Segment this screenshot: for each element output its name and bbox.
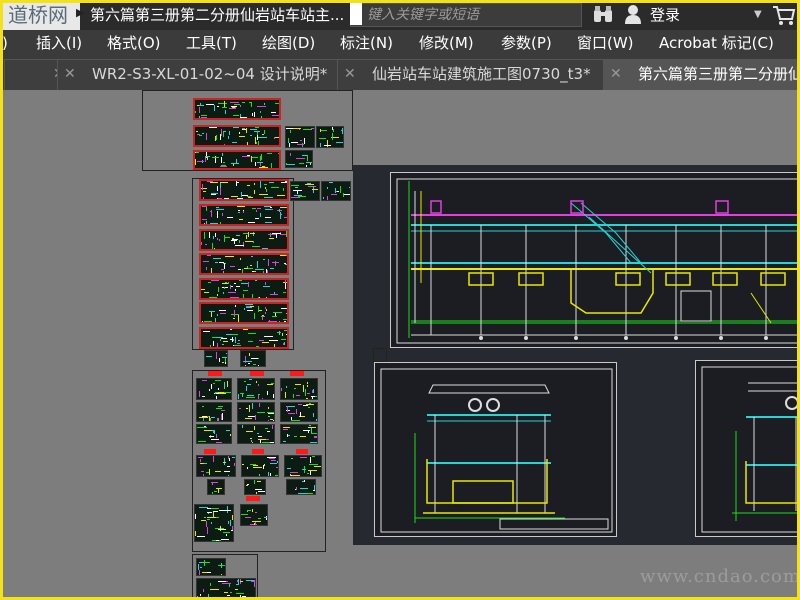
section-drawing-sheet-2[interactable]	[695, 360, 800, 537]
drawing-thumbnail[interactable]	[196, 558, 226, 576]
layout-viewport[interactable]	[353, 165, 800, 545]
binoculars-icon[interactable]	[592, 4, 614, 24]
drawing-thumbnail[interactable]	[199, 253, 289, 275]
drawing-thumbnail[interactable]	[316, 126, 344, 148]
station-elevation-drawing	[396, 178, 800, 344]
drawing-thumbnail[interactable]	[285, 126, 315, 148]
watermark: www.cndao.com	[640, 566, 800, 587]
drawing-thumbnail[interactable]	[280, 378, 318, 400]
drawing-thumbnail[interactable]	[199, 179, 289, 201]
sheet-marker	[250, 371, 264, 376]
menu-item-tools[interactable]: 工具(T)	[186, 30, 237, 56]
drawing-thumbnail[interactable]	[204, 350, 228, 367]
drawing-thumbnail[interactable]	[286, 479, 316, 495]
title-bar: 道桥网 ▶ 第六篇第三册第二分册仙岩站车站主... 登录 ▼	[0, 0, 800, 30]
menu-item-window[interactable]: 窗口(W)	[577, 30, 634, 56]
drawing-thumbnail[interactable]	[237, 378, 275, 400]
drawing-canvas[interactable]	[0, 90, 800, 600]
tab-building-drawings[interactable]: ✕ 仙岩站车站建筑施工图0730_t3*	[337, 59, 621, 90]
drawing-thumbnail[interactable]	[285, 150, 313, 168]
menu-item-parameters[interactable]: 参数(P)	[501, 30, 552, 56]
drawing-thumbnail[interactable]	[237, 424, 275, 444]
section-drawing-sheet[interactable]	[374, 362, 617, 537]
drawing-thumbnail[interactable]	[199, 229, 289, 251]
document-title: 第六篇第三册第二分册仙岩站车站主...	[90, 6, 345, 24]
tab-label: 第六篇第三册第二分册仙岩	[638, 65, 799, 83]
drawing-thumbnail[interactable]	[280, 402, 318, 422]
elevation-drawing-sheet[interactable]	[390, 172, 800, 348]
close-tab-icon[interactable]: ✕	[64, 60, 76, 89]
menu-item-format[interactable]: 格式(O)	[107, 30, 161, 56]
drawing-thumbnail[interactable]	[193, 125, 281, 147]
drawing-thumbnail[interactable]	[199, 302, 289, 324]
drawing-thumbnail[interactable]	[290, 181, 320, 201]
tab-active-document[interactable]: ✕ 第六篇第三册第二分册仙岩	[603, 59, 800, 90]
menu-item-partial[interactable]: )	[2, 30, 8, 56]
tab-design-notes[interactable]: ✕ WR2-S3-XL-01-02~04 设计说明*	[57, 59, 353, 90]
drawing-thumbnail[interactable]	[240, 504, 268, 526]
drawing-thumbnail[interactable]	[196, 578, 256, 598]
login-link[interactable]: 登录	[650, 0, 680, 30]
drawing-thumbnail[interactable]	[196, 455, 236, 477]
drawing-thumbnail[interactable]	[194, 504, 234, 542]
drawing-thumbnail[interactable]	[237, 402, 275, 422]
drawing-thumbnail[interactable]	[199, 204, 289, 226]
sheet-marker	[296, 449, 308, 454]
sheet-marker	[204, 449, 216, 454]
menu-bar: ) 插入(I) 格式(O) 工具(T) 绘图(D) 标注(N) 修改(M) 参数…	[0, 30, 800, 56]
drawing-thumbnail[interactable]	[244, 479, 266, 495]
viewport-marker	[373, 348, 387, 362]
close-tab-icon[interactable]: ✕	[610, 60, 622, 89]
drawing-thumbnail[interactable]	[207, 479, 225, 495]
tab-label: WR2-S3-XL-01-02~04 设计说明*	[92, 65, 328, 83]
drawing-thumbnail[interactable]	[241, 455, 279, 477]
drawing-thumbnail[interactable]	[196, 378, 232, 400]
menu-item-acrobat[interactable]: Acrobat 标记(C)	[659, 30, 774, 56]
drawing-thumbnail[interactable]	[240, 350, 266, 367]
app-logo: 道桥网	[0, 0, 80, 30]
sheet-marker	[246, 496, 260, 501]
menu-item-modify[interactable]: 修改(M)	[419, 30, 474, 56]
drawing-thumbnail[interactable]	[199, 278, 289, 300]
close-tab-icon[interactable]: ✕	[344, 60, 356, 89]
tab-label: 仙岩站车站建筑施工图0730_t3*	[372, 65, 591, 83]
drawing-thumbnail[interactable]	[196, 402, 232, 422]
sheet-marker	[290, 371, 304, 376]
search-box-edge	[350, 3, 362, 25]
drawing-thumbnail[interactable]	[199, 327, 289, 349]
drawing-thumbnail[interactable]	[284, 455, 322, 477]
drawing-thumbnail[interactable]	[193, 98, 281, 120]
chevron-down-icon[interactable]: ▼	[754, 0, 762, 30]
sheet-marker	[208, 371, 222, 376]
sheet-marker	[252, 449, 264, 454]
drawing-thumbnail[interactable]	[193, 150, 281, 170]
menu-item-insert[interactable]: 插入(I)	[36, 30, 82, 56]
station-section-drawing	[380, 368, 613, 533]
drawing-thumbnail[interactable]	[280, 424, 318, 444]
file-tab-bar: ✕ ✕ WR2-S3-XL-01-02~04 设计说明* ✕ 仙岩站车站建筑施工…	[0, 56, 800, 90]
menu-item-dimension[interactable]: 标注(N)	[340, 30, 393, 56]
menu-item-draw[interactable]: 绘图(D)	[262, 30, 315, 56]
search-box[interactable]	[350, 3, 582, 27]
station-section-drawing-2	[701, 366, 800, 533]
user-icon[interactable]	[624, 4, 642, 24]
cart-icon[interactable]	[772, 4, 796, 26]
search-input[interactable]	[367, 4, 572, 26]
drawing-thumbnail[interactable]	[196, 424, 232, 444]
drawing-thumbnail[interactable]	[321, 181, 351, 201]
